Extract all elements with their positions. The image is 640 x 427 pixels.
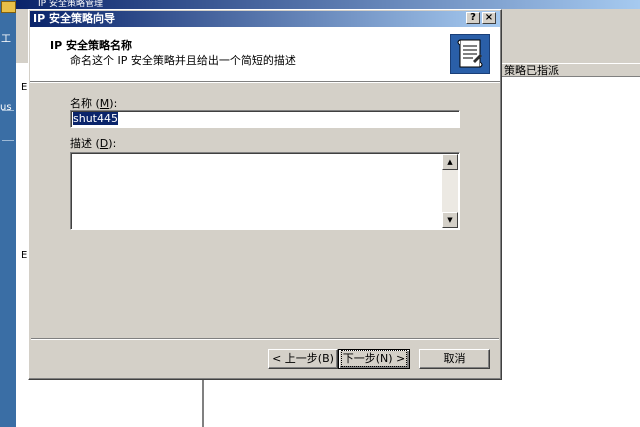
cancel-button-label: 取消 bbox=[443, 352, 466, 365]
scroll-document-icon bbox=[450, 34, 490, 74]
page-title: IP 安全策略名称 bbox=[50, 39, 132, 52]
description-label: 描述 (D): bbox=[70, 137, 117, 150]
back-button[interactable]: < 上一步(B) bbox=[268, 349, 338, 369]
policy-name-input[interactable]: shut445 bbox=[70, 110, 460, 128]
column-header-policy-assigned[interactable]: 策略已指派 bbox=[502, 63, 640, 77]
edge-glyph: 工 bbox=[1, 34, 11, 45]
edge-glyph: us bbox=[0, 102, 12, 113]
next-button-label: 下一步(N) > bbox=[340, 350, 408, 367]
wizard-header: IP 安全策略名称 命名这个 IP 安全策略并且给出一个简短的描述 bbox=[30, 27, 500, 82]
help-button[interactable]: ? bbox=[466, 12, 480, 24]
button-separator bbox=[31, 338, 499, 340]
policy-name-value: shut445 bbox=[73, 112, 118, 125]
edge-glyph: E bbox=[21, 250, 28, 261]
name-label: 名称 (M): bbox=[70, 97, 118, 110]
scroll-down-icon[interactable]: ▼ bbox=[442, 212, 458, 228]
dialog-title: IP 安全策略向导 bbox=[33, 12, 115, 25]
column-header-label: 策略已指派 bbox=[504, 64, 559, 77]
close-button[interactable]: × bbox=[482, 12, 496, 24]
scroll-up-icon[interactable]: ▲ bbox=[442, 154, 458, 170]
dialog-titlebar[interactable]: IP 安全策略向导 bbox=[30, 11, 500, 27]
description-scrollbar[interactable]: ▲ ▼ bbox=[442, 154, 458, 228]
wizard-body: 名称 (M): shut445 描述 (D): ▲ ▼ bbox=[30, 82, 500, 338]
desktop-strip bbox=[0, 0, 16, 427]
mmc-title-text: IP 安全策略管理 bbox=[38, 0, 103, 9]
folder-icon bbox=[1, 1, 16, 13]
edge-glyph: E bbox=[21, 82, 28, 93]
page-subtitle: 命名这个 IP 安全策略并且给出一个简短的描述 bbox=[70, 54, 296, 67]
ip-security-policy-wizard: IP 安全策略向导 ? × IP 安全策略名称 命名这个 IP 安全策略并且给出… bbox=[28, 9, 502, 380]
policy-description-textarea[interactable]: ▲ ▼ bbox=[70, 152, 460, 230]
back-button-label: < 上一步(B) bbox=[272, 352, 334, 365]
next-button[interactable]: 下一步(N) > bbox=[338, 349, 410, 369]
cancel-button[interactable]: 取消 bbox=[419, 349, 490, 369]
mmc-title: IP 安全策略管理 bbox=[16, 0, 640, 9]
